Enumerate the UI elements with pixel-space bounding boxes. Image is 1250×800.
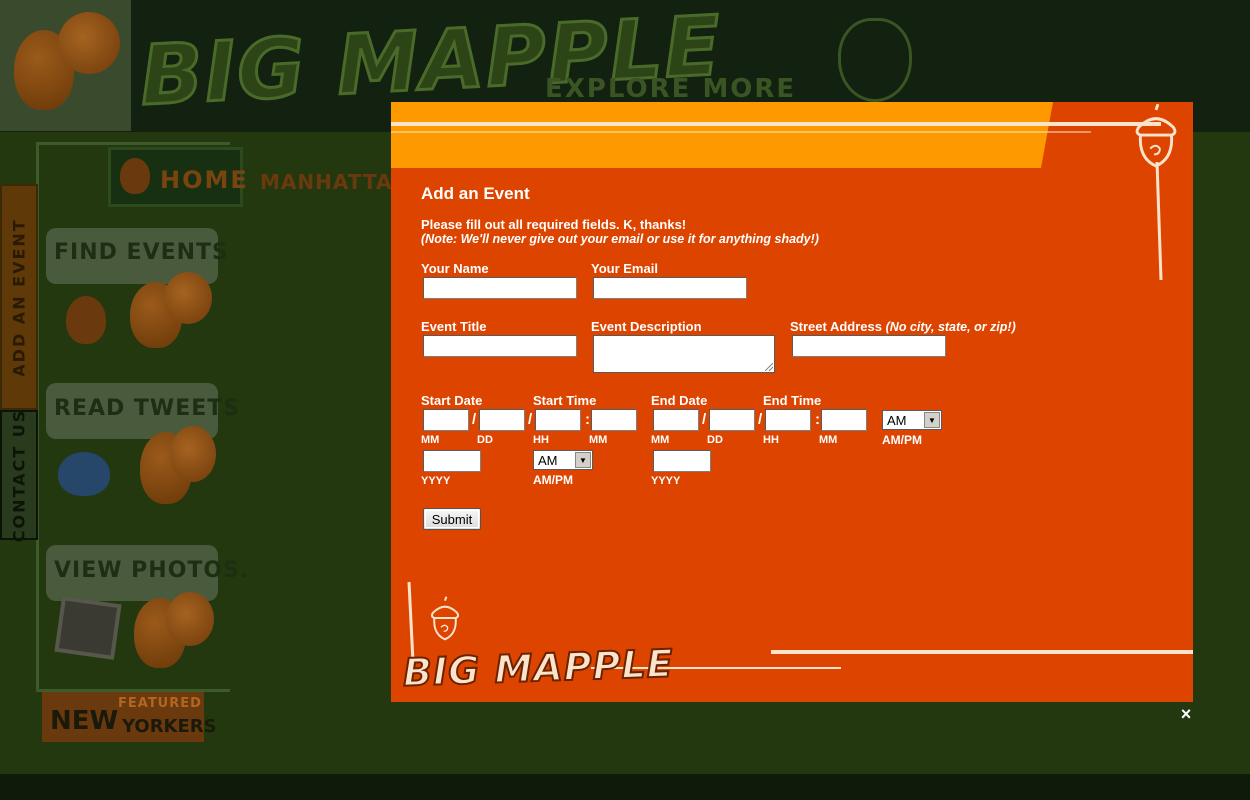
acorn-icon: [120, 158, 150, 194]
event-title-label: Event Title: [421, 319, 487, 334]
acorn-icon: [838, 18, 912, 102]
start-hour-field[interactable]: [535, 409, 581, 431]
end-time-label: End Time: [763, 393, 822, 408]
site-tagline: EXPLORE MORE: [545, 74, 797, 104]
bird-icon: [58, 452, 110, 496]
nav-manhattan[interactable]: MANHATTAN: [260, 170, 410, 194]
end-date-label: End Date: [651, 393, 708, 408]
contact-us-tab[interactable]: CONTACT US: [0, 408, 38, 542]
date-separator: /: [702, 411, 707, 428]
start-ampm-value: AM: [538, 452, 558, 468]
street-address-label: Street Address (No city, state, or zip!): [790, 319, 1016, 334]
start-month-sublabel: MM: [421, 434, 440, 446]
featured-yorkers-label[interactable]: YORKERS: [122, 716, 217, 737]
end-year-sublabel: YYYY: [651, 475, 681, 487]
email-label: Your Email: [591, 261, 658, 276]
end-hour-sublabel: HH: [763, 434, 779, 446]
start-month-field[interactable]: [423, 409, 469, 431]
time-separator: :: [585, 411, 590, 428]
close-icon[interactable]: ×: [1177, 704, 1195, 724]
end-year-field[interactable]: [653, 450, 711, 472]
modal-note: (Note: We'll never give out your email o…: [421, 232, 819, 246]
start-year-field[interactable]: [423, 450, 481, 472]
start-day-field[interactable]: [479, 409, 525, 431]
read-tweets-label[interactable]: READ TWEETS: [54, 396, 240, 421]
street-address-field[interactable]: [792, 335, 946, 357]
date-separator: /: [528, 411, 533, 428]
add-event-tab-label[interactable]: ADD AN EVENT: [10, 218, 29, 376]
end-month-field[interactable]: [653, 409, 699, 431]
start-time-label: Start Time: [533, 393, 597, 408]
squirrel-icon: [14, 12, 120, 110]
date-separator: /: [472, 411, 477, 428]
modal-logo: BIG MAPPLE: [401, 640, 675, 695]
start-ampm-select[interactable]: AM ▼: [533, 450, 593, 470]
name-field[interactable]: [423, 277, 577, 299]
add-event-modal: BIG MAPPLE Add an Event Please fill out …: [391, 102, 1193, 702]
acorn-icon: [430, 596, 460, 641]
photo-thumbnail: [54, 596, 122, 660]
modal-header-band: [391, 102, 1053, 168]
contact-us-tab-label[interactable]: CONTACT US: [10, 408, 29, 542]
select-arrow-icon[interactable]: ▼: [924, 412, 940, 428]
start-hour-sublabel: HH: [533, 434, 549, 446]
start-year-sublabel: YYYY: [421, 475, 451, 487]
name-label: Your Name: [421, 261, 489, 276]
submit-button[interactable]: Submit: [423, 508, 481, 530]
header-mascot: [0, 0, 131, 131]
end-ampm-sublabel: AM/PM: [882, 433, 922, 447]
end-month-sublabel: MM: [651, 434, 670, 446]
squirrel-icon: [140, 426, 216, 504]
squirrel-icon: [134, 592, 214, 668]
end-hour-field[interactable]: [765, 409, 811, 431]
featured-new-label[interactable]: NEW: [50, 706, 118, 736]
featured-label: FEATURED: [118, 696, 202, 711]
start-minute-field[interactable]: [591, 409, 637, 431]
end-minute-sublabel: MM: [819, 434, 838, 446]
modal-title: Add an Event: [421, 184, 530, 203]
date-separator: /: [758, 411, 763, 428]
select-arrow-icon[interactable]: ▼: [575, 452, 591, 468]
start-date-label: Start Date: [421, 393, 483, 408]
end-ampm-select[interactable]: AM ▼: [882, 410, 942, 430]
squirrel-icon: [130, 272, 212, 348]
email-field[interactable]: [593, 277, 747, 299]
find-events-label[interactable]: FIND EVENTS: [54, 240, 229, 265]
acorn-icon: [66, 296, 106, 344]
end-ampm-value: AM: [887, 412, 907, 428]
event-description-label: Event Description: [591, 319, 702, 334]
view-photos-label[interactable]: VIEW PHOTOS.: [54, 558, 249, 583]
add-event-tab[interactable]: ADD AN EVENT: [0, 184, 38, 410]
time-separator: :: [815, 411, 820, 428]
event-title-field[interactable]: [423, 335, 577, 357]
end-minute-field[interactable]: [821, 409, 867, 431]
start-minute-sublabel: MM: [589, 434, 608, 446]
nav-home-label[interactable]: HOME: [160, 166, 249, 194]
acorn-icon: [1135, 104, 1177, 168]
site-footer: [0, 774, 1250, 800]
event-description-field[interactable]: [593, 335, 775, 373]
start-day-sublabel: DD: [477, 434, 493, 446]
end-day-sublabel: DD: [707, 434, 723, 446]
start-ampm-sublabel: AM/PM: [533, 473, 573, 487]
end-day-field[interactable]: [709, 409, 755, 431]
resize-grip-icon[interactable]: [765, 363, 773, 371]
modal-intro: Please fill out all required fields. K, …: [421, 217, 687, 232]
street-address-hint: (No city, state, or zip!): [885, 320, 1016, 334]
street-address-label-text: Street Address: [790, 319, 882, 334]
